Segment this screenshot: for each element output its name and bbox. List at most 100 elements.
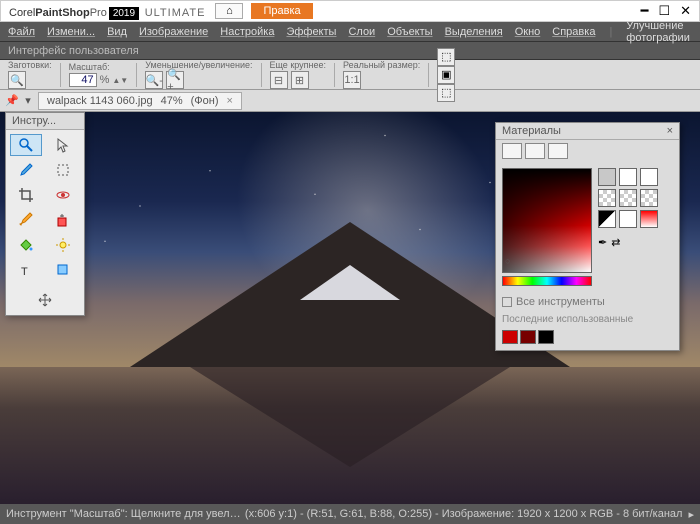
doc-zoom: 47% [161,95,183,107]
materials-panel: Материалы × ○ [495,122,680,351]
zoom-input[interactable] [69,73,97,87]
materials-title[interactable]: Материалы × [496,123,679,140]
zoom-in-button[interactable]: 🔍+ [166,71,184,89]
zoom-out-icon: 🔍- [146,74,163,87]
menu-window[interactable]: Окно [515,26,541,38]
fit-screen-button[interactable]: ▣ [437,66,455,84]
menu-objects[interactable]: Объекты [387,26,432,38]
menu-edit[interactable]: Измени... [47,26,95,38]
document-tab[interactable]: walpack 1143 060.jpg 47% (Фон) × [38,92,242,110]
menu-file[interactable]: Файл [8,26,35,38]
materials-title-text: Материалы [502,125,561,137]
workspace-tab-edit[interactable]: Правка [251,3,312,19]
text-tool[interactable]: T [10,259,42,281]
doc-layer: (Фон) [191,95,219,107]
swap-colors-icon[interactable]: ⇄ [611,236,620,249]
fg-swatch[interactable] [598,168,616,186]
hue-slider[interactable] [502,276,592,286]
swatch-transparent-2[interactable] [619,189,637,207]
close-panel-button[interactable]: × [667,125,673,137]
color-picker-column: ○ [502,168,592,286]
all-tools-checkbox[interactable] [502,297,512,307]
material-tab-1[interactable] [502,143,522,159]
recent-swatch-3[interactable] [538,330,554,344]
statusbar: Инструмент "Масштаб": Щелкните для увели… [0,504,700,524]
window-controls: ━ ☐ ✕ [641,3,691,19]
selection-tool[interactable] [47,159,79,181]
actual-size-label: Реальный размер: [343,60,420,70]
pro: Pro [90,7,107,19]
actual-size-button[interactable]: 1:1 [343,71,361,89]
pointer-tool[interactable] [47,134,79,156]
separator [136,63,137,87]
maximize-button[interactable]: ☐ [658,3,670,19]
reflection [190,367,510,467]
fit-window-button[interactable]: ⬚ [437,48,455,66]
menu-image[interactable]: Изображение [139,26,208,38]
crop-tool[interactable] [10,184,42,206]
status-menu-button[interactable]: ▸ [688,508,694,521]
zoom-more-in-button[interactable]: ⊞ [291,71,309,89]
swatch-white[interactable] [640,168,658,186]
bg-swatch[interactable] [619,168,637,186]
app-logo: CorelPaintShopPro2019 ULTIMATE [9,4,205,19]
recent-swatch-1[interactable] [502,330,518,344]
menu-effects[interactable]: Эффекты [286,26,336,38]
brush-tool[interactable] [10,209,42,231]
zoom-tool[interactable] [10,134,42,156]
presets-dropdown[interactable]: 🔍 [8,71,26,89]
fit-image-button[interactable]: ⬚ [437,84,455,102]
zoom-in-icon: 🔍+ [167,68,183,93]
material-tab-3[interactable] [548,143,568,159]
doc-name: walpack 1143 060.jpg [47,95,153,107]
move-tool[interactable] [29,289,61,311]
home-icon: ⌂ [226,5,233,17]
zoom-percent: % [100,74,110,86]
pin-button[interactable]: 📌 [4,93,20,109]
eyedropper-tool[interactable] [10,159,42,181]
color-gradient[interactable]: ○ [502,168,592,273]
picker-ring-icon: ○ [505,256,510,266]
clone-tool[interactable] [47,209,79,231]
menu-adjust[interactable]: Настройка [220,26,274,38]
swatch-4[interactable] [619,210,637,228]
presets-group: Заготовки: 🔍 [8,60,52,89]
toolbox-panel: Инстру... T [5,112,85,316]
zoom-inout-group: Уменьшение/увеличение: 🔍- 🔍+ [145,60,252,89]
redeye-tool[interactable] [47,184,79,206]
separator [334,63,335,87]
swatch-transparent-1[interactable] [598,189,616,207]
zoom-more-group: Еще крупнее: ⊟ ⊞ [270,60,327,89]
menu-layers[interactable]: Слои [348,26,375,38]
menu-help[interactable]: Справка [552,26,595,38]
swatch-grad[interactable] [640,210,658,228]
titlebar: CorelPaintShopPro2019 ULTIMATE ⌂ Правка … [0,0,700,22]
zoom-more-out-button[interactable]: ⊟ [270,71,288,89]
menu-photo-enhance[interactable]: Улучшение фотографии [626,20,690,44]
zoom-out-button[interactable]: 🔍- [145,71,163,89]
eyedropper-icon[interactable]: ✒ [598,236,607,249]
recent-swatch-2[interactable] [520,330,536,344]
menu-view[interactable]: Вид [107,26,127,38]
toolbox-title-text: Инстру... [12,115,56,127]
fill-tool[interactable] [10,234,42,256]
swatch-transparent-3[interactable] [640,189,658,207]
tab-menu-button[interactable]: ▾ [20,93,36,109]
home-button[interactable]: ⌂ [215,3,243,19]
close-button[interactable]: ✕ [680,3,691,19]
sub-toolbar: Интерфейс пользователя [0,42,700,60]
lighten-tool[interactable] [47,234,79,256]
material-tab-2[interactable] [525,143,545,159]
all-tools-label: Все инструменты [516,296,605,308]
ui-mode-label[interactable]: Интерфейс пользователя [8,45,139,57]
toolbox-title[interactable]: Инстру... [6,113,84,130]
minimize-button[interactable]: ━ [641,3,649,19]
zoom-stepper[interactable]: ▲▼ [112,76,128,85]
document-tabbar: 📌 ▾ walpack 1143 060.jpg 47% (Фон) × [0,90,700,112]
menu-selections[interactable]: Выделения [445,26,503,38]
swatch-bw[interactable] [598,210,616,228]
zoom-label: Масштаб: [69,62,129,72]
shape-tool[interactable] [47,259,79,281]
close-tab-button[interactable]: × [227,95,233,107]
separator [428,63,429,87]
